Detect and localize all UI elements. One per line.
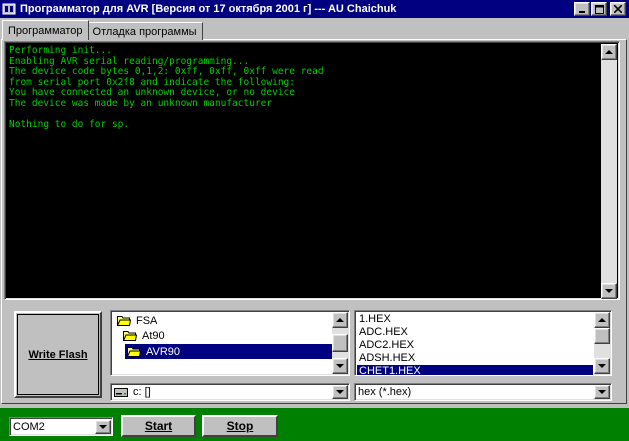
window-controls [573, 2, 626, 16]
maximize-icon [594, 4, 604, 14]
drive-icon [114, 387, 128, 397]
folder-open-icon [127, 347, 141, 357]
close-icon [614, 5, 622, 13]
scroll-up-icon[interactable] [601, 44, 617, 60]
scroll-up-icon[interactable] [594, 312, 610, 328]
folder-item[interactable]: FSA [117, 313, 161, 328]
folder-open-icon [123, 331, 137, 341]
title-bar[interactable]: Программатор для AVR [Версия от 17 октяб… [0, 0, 629, 18]
tab-strip: Программатор Отладка программы [2, 20, 203, 40]
minimize-button[interactable] [574, 2, 590, 16]
write-flash-label: Write Flash [28, 348, 88, 361]
file-item[interactable]: ADC2.HEX [357, 339, 593, 352]
scroll-up-icon[interactable] [332, 312, 348, 328]
start-label: Start [144, 419, 173, 433]
start-button[interactable]: Start [121, 415, 196, 437]
file-item-selected[interactable]: CHET1.HEX [357, 365, 593, 375]
scroll-down-icon[interactable] [332, 358, 348, 374]
drive-select[interactable]: c: [] [110, 383, 350, 401]
chevron-down-icon[interactable] [594, 385, 610, 399]
console-text: Performing init... Enabling AVR serial re… [9, 45, 599, 131]
file-scrollbar[interactable] [594, 312, 610, 374]
maximize-button[interactable] [591, 2, 607, 16]
filter-select[interactable]: hex (*.hex) [354, 383, 612, 401]
file-item[interactable]: ADSH.HEX [357, 352, 593, 365]
folder-item-selected[interactable]: AVR90 [125, 344, 332, 359]
console-line: Performing init... [9, 45, 112, 56]
stop-button[interactable]: Stop [202, 415, 278, 437]
chevron-down-icon[interactable] [95, 419, 111, 434]
tab-programmer[interactable]: Программатор [2, 20, 89, 40]
chevron-down-icon[interactable] [332, 385, 348, 399]
folder-item[interactable]: At90 [123, 328, 169, 343]
close-button[interactable] [610, 2, 626, 16]
console-output[interactable]: Performing init... Enabling AVR serial re… [4, 41, 620, 300]
port-select[interactable]: COM2 [9, 417, 113, 436]
file-list[interactable]: 1.HEX ADC.HEX ADC2.HEX ADSH.HEX CHET1.HE… [354, 310, 612, 376]
scroll-down-icon[interactable] [594, 358, 610, 374]
folder-open-icon [117, 316, 131, 326]
port-select-value: COM2 [13, 420, 45, 433]
console-line: The device was made by an unknown manufa… [9, 97, 273, 109]
console-scrollbar[interactable] [601, 44, 617, 299]
console-line: Nothing to do for sp. [9, 119, 130, 131]
folder-list[interactable]: FSA At90 AVR90 [110, 310, 350, 376]
scroll-thumb[interactable] [332, 334, 348, 352]
file-item[interactable]: 1.HEX [357, 313, 593, 326]
write-flash-button[interactable]: Write Flash [14, 311, 102, 398]
stop-label: Stop [226, 419, 254, 433]
tab-debug[interactable]: Отладка программы [86, 22, 203, 40]
drive-select-value: c: [] [133, 386, 151, 398]
filter-select-value: hex (*.hex) [358, 386, 412, 398]
file-item[interactable]: ADC.HEX [357, 326, 593, 339]
window-title: Программатор для AVR [Версия от 17 октяб… [20, 3, 397, 15]
app-icon[interactable] [2, 2, 16, 16]
scroll-thumb[interactable] [594, 328, 610, 344]
scroll-down-icon[interactable] [601, 283, 617, 299]
minimize-icon [579, 11, 585, 13]
folder-scrollbar[interactable] [332, 312, 348, 374]
